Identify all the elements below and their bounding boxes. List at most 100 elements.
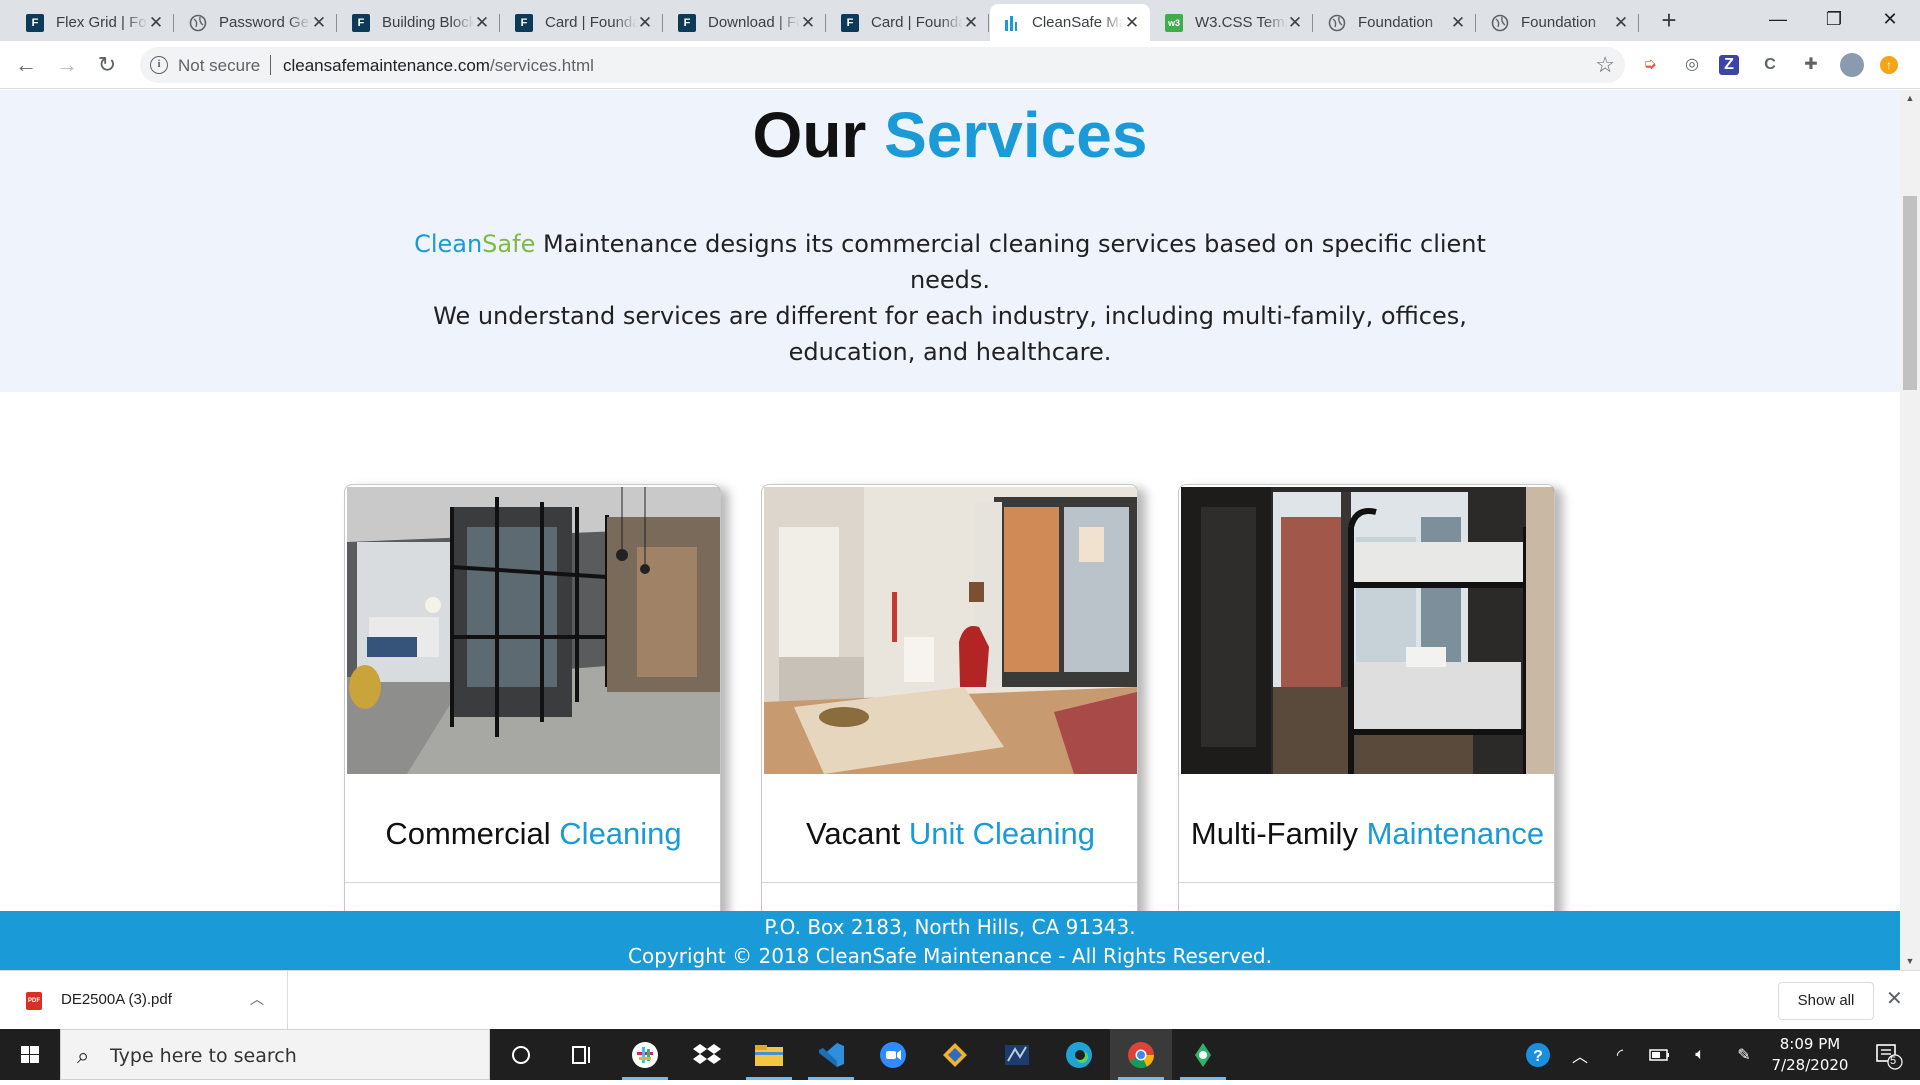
page-scrollbar[interactable]: ▲ ▼ [1900,90,1920,970]
vscode-icon[interactable] [800,1029,862,1080]
service-card-vacant-unit[interactable]: Vacant Unit Cleaning [761,484,1138,970]
info-icon[interactable]: i [150,56,168,74]
tray-chevron-up-icon[interactable]: ︿ [1564,1029,1596,1080]
forward-button[interactable]: → [51,49,83,81]
scroll-up-arrow-icon[interactable]: ▲ [1900,90,1920,107]
pen-icon[interactable]: ✎ [1728,1029,1760,1080]
card-title[interactable]: Multi-Family Maintenance [1179,785,1554,883]
service-card-multi-family[interactable]: Multi-Family Maintenance [1178,484,1555,970]
show-all-button[interactable]: Show all [1778,982,1874,1020]
network-app-icon[interactable] [986,1029,1048,1080]
brand-safe: Safe [482,230,536,258]
system-clock[interactable]: 8:09 PM 7/28/2020 [1762,1034,1858,1076]
card-title-accent: Cleaning [559,816,682,851]
restore-button[interactable]: ❐ [1806,0,1862,41]
bunk-bed-room-image [1181,487,1554,774]
close-tab-icon[interactable]: ✕ [963,13,979,33]
close-window-button[interactable]: ✕ [1862,0,1918,41]
extension-circle-icon[interactable]: ◎ [1680,53,1704,77]
service-card-commercial[interactable]: Commercial Cleaning [344,484,721,970]
card-title[interactable]: Commercial Cleaning [345,785,720,883]
site-footer: P.O. Box 2183, North Hills, CA 91343. Co… [0,911,1900,970]
minimize-button[interactable]: — [1750,0,1806,41]
close-tab-icon[interactable]: ✕ [637,13,653,33]
close-tab-icon[interactable]: ✕ [474,13,490,33]
clock-date: 7/28/2020 [1771,1056,1849,1074]
extensions-puzzle-icon[interactable]: ✚ [1799,53,1823,77]
tab-w3css[interactable]: w3 W3.CSS Templates ✕ [1153,4,1313,41]
chevron-up-icon[interactable]: ︿ [250,989,264,1009]
tab-title: Flex Grid | Foundation [56,14,148,31]
address-bar[interactable]: i Not secure cleansafemaintenance.com/se… [140,47,1625,83]
card-title-plain: Vacant [806,816,901,851]
network-icon[interactable]: ◜ [1604,1029,1636,1080]
profile-avatar[interactable] [1840,53,1864,77]
taskbar-search[interactable]: ⌕ Type here to search [60,1029,490,1080]
tab-building-blocks[interactable]: F Building Blocks | Foundation ✕ [340,4,500,41]
new-tab-button[interactable]: + [1655,6,1683,34]
close-tab-icon[interactable]: ✕ [1450,13,1466,33]
tab-flex-grid[interactable]: F Flex Grid | Foundation ✕ [14,4,174,41]
tab-card-foundation-2[interactable]: F Card | Foundation ✕ [829,4,989,41]
download-file-name: DE2500A (3).pdf [61,991,172,1008]
services-intro: CleanSafe Maintenance designs its commer… [380,226,1520,370]
reload-button[interactable]: ↻ [91,49,123,81]
extension-c-icon[interactable]: C [1758,53,1782,77]
close-tab-icon[interactable]: ✕ [1124,13,1140,33]
tab-foundation-1[interactable]: Foundation ✕ [1316,4,1476,41]
scroll-thumb[interactable] [1903,196,1917,390]
gitkraken-icon[interactable] [1172,1029,1234,1080]
tab-password-generator[interactable]: Password Generator ✕ [177,4,337,41]
extension-z-icon[interactable]: Z [1719,55,1739,75]
page-title: Our Services [0,98,1900,172]
zoom-icon[interactable] [862,1029,924,1080]
footer-copyright: Copyright © 2018 CleanSafe Maintenance -… [628,944,1272,968]
close-tab-icon[interactable]: ✕ [1613,13,1629,33]
scroll-down-arrow-icon[interactable]: ▼ [1900,953,1920,970]
sourcetree-icon[interactable] [924,1029,986,1080]
close-tab-icon[interactable]: ✕ [148,13,164,33]
close-tab-icon[interactable]: ✕ [1287,13,1303,33]
browser-toolbar: ← → ↻ i Not secure cleansafemaintenance.… [0,41,1920,89]
battery-icon[interactable] [1644,1029,1676,1080]
slack-icon[interactable] [614,1029,676,1080]
close-tab-icon[interactable]: ✕ [311,13,327,33]
search-placeholder: Type here to search [110,1045,297,1067]
foundation-icon: F [352,13,370,32]
notification-count: 5 [1890,1055,1897,1067]
chrome-icon[interactable] [1110,1029,1172,1080]
notification-center-icon[interactable]: 5 [1866,1029,1910,1080]
windows-taskbar: ⌕ Type here to search ? ︿ ◜ 🔈︎ ✎ 8:09 PM… [0,1029,1920,1080]
start-button[interactable] [0,1029,60,1080]
download-item[interactable]: PDF DE2500A (3).pdf ︿ [0,971,288,1030]
extension-arrow-icon[interactable]: ➭ [1638,53,1662,77]
tab-card-foundation[interactable]: F Card | Foundation ✕ [503,4,663,41]
cleansafe-icon [1002,14,1020,32]
volume-icon[interactable]: 🔈︎ [1684,1029,1716,1080]
security-status: Not secure [178,56,261,75]
tab-download-foundation[interactable]: F Download | Foundation ✕ [666,4,826,41]
tab-foundation-2[interactable]: Foundation ✕ [1479,4,1639,41]
card-title[interactable]: Vacant Unit Cleaning [762,785,1137,883]
back-button[interactable]: ← [10,49,42,81]
update-icon[interactable]: ↑ [1880,56,1898,74]
close-download-bar-icon[interactable]: ✕ [1886,986,1903,1011]
bookmark-star-icon[interactable]: ☆ [1595,52,1615,78]
globe-icon [1328,14,1346,32]
svg-text:?: ? [1533,1048,1543,1065]
dropbox-icon[interactable] [676,1029,738,1080]
download-bar: PDF DE2500A (3).pdf ︿ Show all ✕ [0,970,1920,1030]
tab-title: Foundation [1358,14,1434,31]
help-icon[interactable]: ? [1520,1029,1556,1080]
close-tab-icon[interactable]: ✕ [800,13,816,33]
card-title-accent: Maintenance [1366,816,1545,851]
cortana-icon[interactable] [490,1029,552,1080]
task-view-icon[interactable] [552,1029,614,1080]
commercial-office-image [347,487,720,774]
card-title-plain: Multi-Family [1190,816,1358,851]
edge-icon[interactable] [1048,1029,1110,1080]
url-domain: cleansafemaintenance.com [283,56,490,75]
file-explorer-icon[interactable] [738,1029,800,1080]
tab-cleansafe[interactable]: CleanSafe Maintenance ✕ [990,4,1150,41]
url-text[interactable]: cleansafemaintenance.com/services.html [283,56,594,76]
